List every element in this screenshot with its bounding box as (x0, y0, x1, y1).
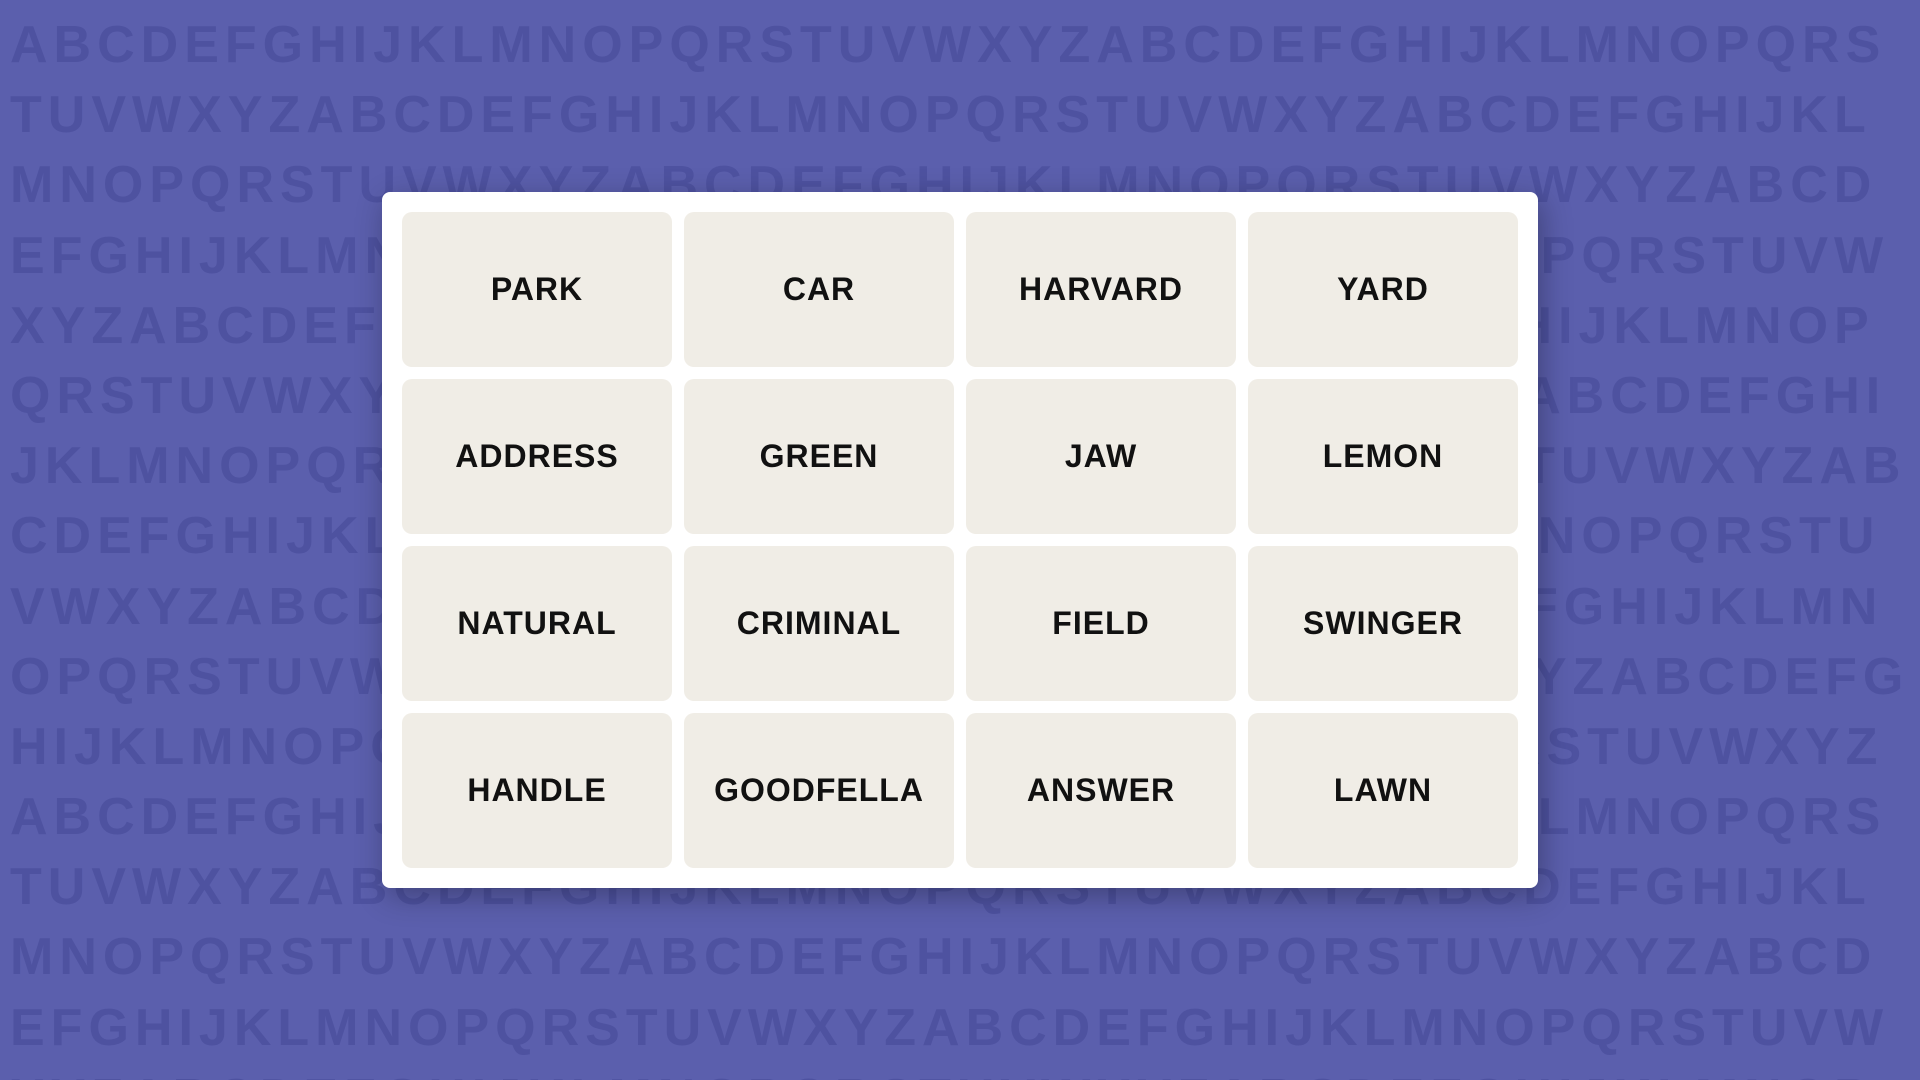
word-label-address: ADDRESS (455, 438, 618, 475)
word-label-handle: HANDLE (467, 772, 606, 809)
word-label-goodfella: GOODFELLA (714, 772, 924, 809)
word-card-criminal[interactable]: CRIMINAL (684, 546, 954, 701)
word-card-car[interactable]: CAR (684, 212, 954, 367)
word-label-field: FIELD (1052, 605, 1149, 642)
word-label-criminal: CRIMINAL (737, 605, 901, 642)
word-label-lawn: LAWN (1334, 772, 1432, 809)
word-label-natural: NATURAL (457, 605, 616, 642)
word-card-park[interactable]: PARK (402, 212, 672, 367)
word-card-lawn[interactable]: LAWN (1248, 713, 1518, 868)
word-card-yard[interactable]: YARD (1248, 212, 1518, 367)
word-card-answer[interactable]: ANSWER (966, 713, 1236, 868)
word-label-park: PARK (491, 271, 583, 308)
word-label-jaw: JAW (1065, 438, 1137, 475)
word-card-natural[interactable]: NATURAL (402, 546, 672, 701)
word-label-car: CAR (783, 271, 855, 308)
word-label-green: GREEN (760, 438, 879, 475)
word-card-address[interactable]: ADDRESS (402, 379, 672, 534)
word-card-green[interactable]: GREEN (684, 379, 954, 534)
word-card-goodfella[interactable]: GOODFELLA (684, 713, 954, 868)
word-label-lemon: LEMON (1323, 438, 1444, 475)
word-card-jaw[interactable]: JAW (966, 379, 1236, 534)
word-card-harvard[interactable]: HARVARD (966, 212, 1236, 367)
word-label-answer: ANSWER (1027, 772, 1175, 809)
word-card-field[interactable]: FIELD (966, 546, 1236, 701)
word-label-swinger: SWINGER (1303, 605, 1463, 642)
word-card-swinger[interactable]: SWINGER (1248, 546, 1518, 701)
word-label-harvard: HARVARD (1019, 271, 1183, 308)
word-card-handle[interactable]: HANDLE (402, 713, 672, 868)
word-label-yard: YARD (1337, 271, 1429, 308)
word-grid: PARK CAR HARVARD YARD ADDRESS GREEN JAW LEMON NA… (382, 192, 1538, 888)
word-card-lemon[interactable]: LEMON (1248, 379, 1518, 534)
